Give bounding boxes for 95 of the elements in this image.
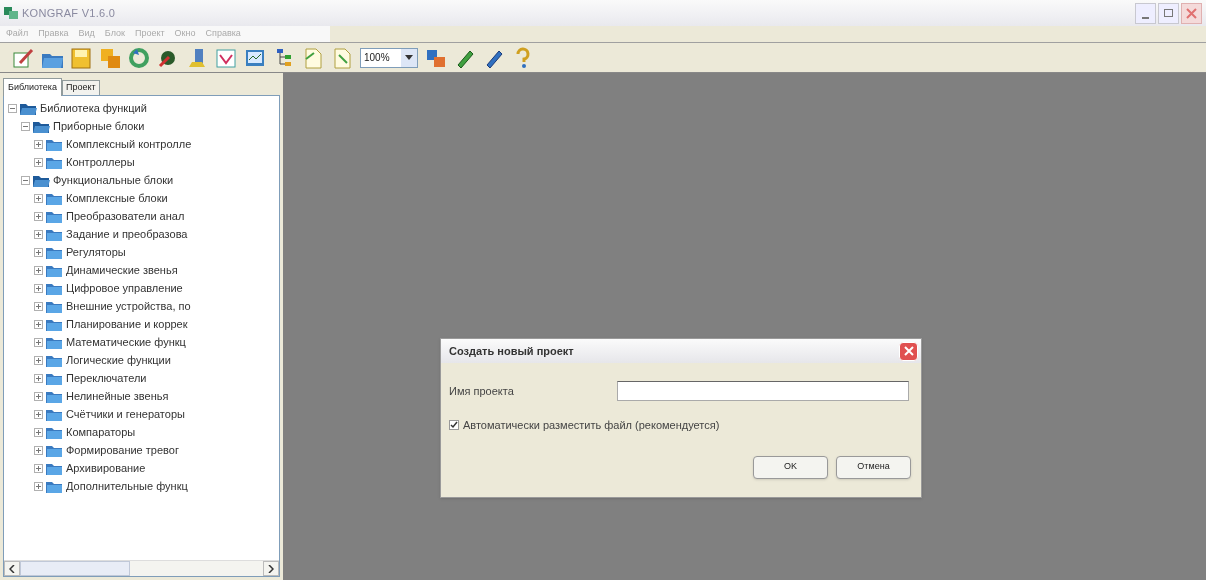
folder-icon: [46, 299, 63, 313]
tree-item[interactable]: Комплексный контролле: [66, 135, 192, 153]
folder-icon: [46, 353, 63, 367]
save-icon[interactable]: [70, 46, 92, 69]
checkbox[interactable]: [449, 420, 459, 431]
folder-icon: [46, 155, 63, 169]
tree-item[interactable]: Комплексные блоки: [66, 189, 168, 207]
tree-item[interactable]: Контроллеры: [66, 153, 135, 171]
folder-icon: [46, 425, 63, 439]
tree-item[interactable]: Дополнительные функц: [66, 477, 188, 495]
tree-item[interactable]: Архивирование: [66, 459, 146, 477]
expander-icon[interactable]: [34, 265, 43, 275]
expander-icon[interactable]: [34, 139, 43, 149]
tree-item[interactable]: Задание и преобразова: [66, 225, 188, 243]
project-name-field[interactable]: [617, 381, 909, 401]
folder-icon: [46, 389, 63, 403]
expander-icon[interactable]: [34, 211, 43, 221]
close-button[interactable]: [1181, 2, 1202, 24]
folder-icon: [46, 227, 63, 241]
tree-item[interactable]: Переключатели: [66, 369, 147, 387]
dialog-button[interactable]: OK: [753, 455, 828, 479]
tree-item[interactable]: Формирование тревог: [66, 441, 179, 459]
zoom-value: 100%: [363, 51, 391, 65]
page-icon[interactable]: [302, 46, 324, 69]
checkbox-label: Автоматически разместить файл (рекомендуется): [463, 418, 720, 433]
close-icon: [1186, 7, 1197, 19]
tree-item[interactable]: Функциональные блоки: [53, 171, 174, 189]
zoom-dropdown[interactable]: 100%: [360, 47, 418, 68]
expander-icon[interactable]: [34, 409, 43, 419]
expander-icon[interactable]: [34, 283, 43, 293]
device-icon[interactable]: [186, 46, 208, 69]
expander-icon[interactable]: [21, 121, 30, 131]
window-title: KONGRAF V1.6.0: [22, 5, 116, 21]
expander-icon[interactable]: [21, 175, 30, 185]
folder-icon: [46, 371, 63, 385]
folder-icon: [46, 461, 63, 475]
folder-icon: [46, 245, 63, 259]
chart-window-icon[interactable]: [215, 46, 237, 69]
folder-icon: [46, 263, 63, 277]
tree-item[interactable]: Нелинейные звенья: [66, 387, 169, 405]
scroll-thumb[interactable]: [20, 561, 130, 576]
tree-item[interactable]: Логические функции: [66, 351, 171, 369]
expander-icon[interactable]: [34, 355, 43, 365]
tree-item[interactable]: Библиотека функций: [40, 99, 147, 117]
tree-item[interactable]: Преобразователи анал: [66, 207, 185, 225]
tree-item[interactable]: Регуляторы: [66, 243, 126, 261]
expander-icon[interactable]: [34, 445, 43, 455]
expander-icon[interactable]: [34, 427, 43, 437]
folder-icon: [46, 407, 63, 421]
folder-icon: [46, 137, 63, 151]
expander-icon[interactable]: [34, 229, 43, 239]
page-icon[interactable]: [331, 46, 353, 69]
maximize-button[interactable]: [1158, 2, 1179, 24]
tree-item[interactable]: Динамические звенья: [66, 261, 178, 279]
expander-icon[interactable]: [34, 247, 43, 257]
scroll-left-icon[interactable]: [4, 561, 20, 576]
tab[interactable]: Проект: [61, 80, 100, 95]
horizontal-scrollbar[interactable]: [4, 560, 279, 576]
expander-icon[interactable]: [34, 463, 43, 473]
folder-icon: [46, 443, 63, 457]
tab[interactable]: Библиотека: [3, 78, 62, 96]
pencil-icon[interactable]: [12, 46, 34, 69]
folder-icon: [46, 191, 63, 205]
folder-icon: [33, 173, 50, 187]
dialog-title: Создать новый проект: [449, 343, 574, 359]
folder-icon: [46, 335, 63, 349]
dialog-button[interactable]: Отмена: [836, 455, 911, 479]
folder-icon: [46, 317, 63, 331]
tree-item[interactable]: Внешние устройства, по: [66, 297, 191, 315]
scroll-right-icon[interactable]: [263, 561, 279, 576]
folder-icon: [46, 209, 63, 223]
minimize-button[interactable]: [1135, 2, 1156, 24]
tree-item[interactable]: Математические функц: [66, 333, 186, 351]
close-icon: [903, 346, 914, 356]
tree-item[interactable]: Приборные блоки: [53, 117, 145, 135]
tree-item[interactable]: Планирование и коррек: [66, 315, 188, 333]
folder-icon: [33, 119, 50, 133]
expander-icon[interactable]: [34, 319, 43, 329]
expander-icon[interactable]: [34, 193, 43, 203]
tree-item[interactable]: Компараторы: [66, 423, 136, 441]
expander-icon[interactable]: [34, 391, 43, 401]
folder-icon: [46, 281, 63, 295]
tree-item[interactable]: Цифровое управление: [66, 279, 183, 297]
expander-icon[interactable]: [34, 337, 43, 347]
refresh-icon[interactable]: [128, 46, 150, 69]
folder-icon: [20, 101, 37, 115]
tree-item[interactable]: Счётчики и генераторы: [66, 405, 185, 423]
expander-icon[interactable]: [34, 373, 43, 383]
expander-icon[interactable]: [34, 157, 43, 167]
folder-icon: [46, 479, 63, 493]
field-label: Имя проекта: [449, 383, 515, 399]
app-icon: [4, 7, 18, 19]
expander-icon[interactable]: [34, 301, 43, 311]
expander-icon[interactable]: [34, 481, 43, 491]
expander-icon[interactable]: [8, 103, 17, 113]
